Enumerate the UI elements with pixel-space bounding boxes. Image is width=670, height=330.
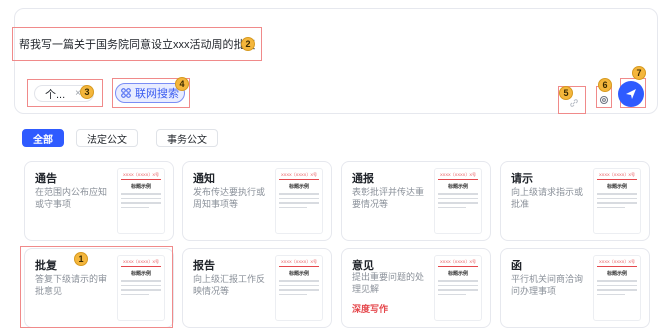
card-title: 函 <box>511 260 522 272</box>
badge-5: 5 <box>559 86 573 100</box>
thumb-head: XXXX〔XXXX〕X号 <box>597 259 637 267</box>
doc-card-tongzhi[interactable]: 通知 发布传达要执行或周知事项等 XXXX〔XXXX〕X号 标题示例 <box>182 161 332 241</box>
badge-1: 1 <box>74 252 88 266</box>
thumb-title: 标题示例 <box>447 271 468 277</box>
doc-thumbnail: XXXX〔XXXX〕X号 标题示例 <box>593 255 641 321</box>
badge-3: 3 <box>80 85 94 99</box>
thumb-title: 标题示例 <box>606 184 627 190</box>
card-title: 通知 <box>193 173 215 185</box>
deep-writing-label[interactable]: 深度写作 <box>352 302 388 315</box>
badge-7: 7 <box>632 66 646 80</box>
doc-card-han[interactable]: 函 平行机关间商洽询问办理事项 XXXX〔XXXX〕X号 标题示例 <box>500 248 650 328</box>
prompt-text: 帮我写一篇关于国务院同意设立xxx活动周的批复 <box>19 39 256 51</box>
doc-card-yijian[interactable]: 意见 提出重要问题的处理见解 深度写作 XXXX〔XXXX〕X号 标题示例 <box>341 248 491 328</box>
card-desc: 发布传达要执行或周知事项等 <box>193 187 266 209</box>
tab-all[interactable]: 全部 <box>22 129 64 147</box>
thumb-title: 标题示例 <box>447 184 468 190</box>
grid-icon <box>121 88 131 98</box>
category-tabs: 全部 法定公文 事务公文 <box>22 129 218 147</box>
doc-thumbnail: XXXX〔XXXX〕X号 标题示例 <box>117 168 165 234</box>
card-title: 通告 <box>35 173 57 185</box>
tab-statutory[interactable]: 法定公文 <box>76 129 138 147</box>
doc-thumbnail: XXXX〔XXXX〕X号 标题示例 <box>434 255 482 321</box>
card-desc: 提出重要问题的处理见解 <box>352 272 425 294</box>
thumb-head: XXXX〔XXXX〕X号 <box>279 259 319 267</box>
badge-2: 2 <box>241 37 255 51</box>
send-icon <box>626 89 636 99</box>
thumb-head: XXXX〔XXXX〕X号 <box>121 172 161 180</box>
thumb-head: XXXX〔XXXX〕X号 <box>279 172 319 180</box>
send-button[interactable] <box>618 81 644 107</box>
thumb-title: 标题示例 <box>288 184 309 190</box>
thumb-head: XXXX〔XXXX〕X号 <box>438 259 478 267</box>
card-desc: 向上级请求指示或批准 <box>511 187 584 209</box>
tab-affairs[interactable]: 事务公文 <box>156 129 218 147</box>
card-desc: 在范围内公布应知或守事项 <box>35 187 108 209</box>
link-icon[interactable] <box>569 98 579 108</box>
doc-card-baogao[interactable]: 报告 向上级汇报工作反映情况等 XXXX〔XXXX〕X号 标题示例 <box>182 248 332 328</box>
badge-6: 6 <box>598 78 612 92</box>
thumb-title: 标题示例 <box>606 271 627 277</box>
card-title: 报告 <box>193 260 215 272</box>
prompt-input[interactable]: 帮我写一篇关于国务院同意设立xxx活动周的批复 <box>12 27 262 61</box>
doc-thumbnail: XXXX〔XXXX〕X号 标题示例 <box>434 168 482 234</box>
card-desc: 表彰批评并传达重要情况等 <box>352 187 425 209</box>
doc-card-qingshi[interactable]: 请示 向上级请求指示或批准 XXXX〔XXXX〕X号 标题示例 <box>500 161 650 241</box>
doc-thumbnail: XXXX〔XXXX〕X号 标题示例 <box>275 255 323 321</box>
card-desc: 平行机关间商洽询问办理事项 <box>511 274 584 296</box>
card-desc: 向上级汇报工作反映情况等 <box>193 274 266 296</box>
thumb-title: 标题示例 <box>288 271 309 277</box>
doc-thumbnail: XXXX〔XXXX〕X号 标题示例 <box>593 168 641 234</box>
badge-4: 4 <box>175 77 189 91</box>
card-highlight <box>20 246 173 328</box>
card-title: 通报 <box>352 173 374 185</box>
card-title: 请示 <box>511 173 533 185</box>
thumb-title: 标题示例 <box>130 184 151 190</box>
thumb-head: XXXX〔XXXX〕X号 <box>597 172 637 180</box>
doc-card-tongbao[interactable]: 通报 表彰批评并传达重要情况等 XXXX〔XXXX〕X号 标题示例 <box>341 161 491 241</box>
thumb-head: XXXX〔XXXX〕X号 <box>438 172 478 180</box>
doc-thumbnail: XXXX〔XXXX〕X号 标题示例 <box>275 168 323 234</box>
doc-card-tonggao[interactable]: 通告 在范围内公布应知或守事项 XXXX〔XXXX〕X号 标题示例 <box>24 161 174 241</box>
web-search-label: 联网搜索 <box>135 88 179 100</box>
settings-icon[interactable] <box>599 95 609 105</box>
chip-label: 个... <box>45 88 66 101</box>
